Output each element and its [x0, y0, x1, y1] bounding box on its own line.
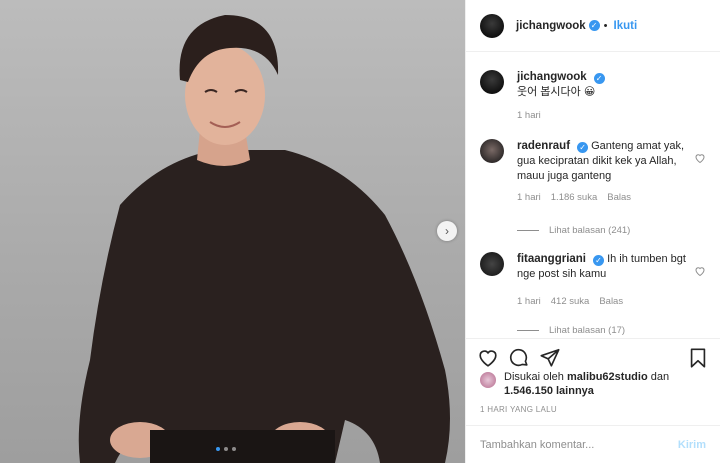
post-header: jichangwook ✓ • Ikuti [466, 0, 720, 52]
reply-button[interactable]: Balas [599, 296, 623, 307]
caption-username[interactable]: jichangwook [517, 71, 587, 83]
reply-button[interactable]: Balas [607, 192, 631, 203]
comments-list[interactable]: jichangwook ✓ 웃어 봅시다아 😀 1 hari radenrauf ✓… [466, 52, 720, 338]
view-replies-button[interactable]: Lihat balasan (241) [517, 225, 706, 236]
caption-time[interactable]: 1 hari [517, 110, 541, 121]
author-avatar[interactable] [480, 70, 504, 94]
post-side-panel: jichangwook ✓ • Ikuti jichangwook ✓ 웃어 봅시… [465, 0, 720, 463]
post-comment-button[interactable]: Kirim [678, 439, 706, 451]
comment-likes[interactable]: 1.186 suka [551, 192, 597, 203]
carousel-dot [232, 447, 236, 451]
verified-badge-icon: ✓ [593, 73, 605, 84]
replies-divider [517, 230, 539, 231]
likes-conjunction: dan [650, 371, 670, 383]
comment-item: fitaanggriani ✓ Ih ih tumben bgt nge post… [480, 252, 706, 282]
add-comment-bar: Kirim [466, 425, 720, 463]
likes-prefix: Disukai oleh [504, 371, 564, 383]
comment-meta: 1 hari 1.186 suka Balas [517, 192, 706, 203]
view-replies-button[interactable]: Lihat balasan (17) [517, 325, 706, 336]
carousel-dot [224, 447, 228, 451]
header-separator: • [603, 19, 608, 32]
view-replies-label: Lihat balasan (17) [549, 325, 626, 336]
replies-divider [517, 330, 539, 331]
comment-username[interactable]: fitaanggriani [517, 253, 586, 265]
caption: jichangwook ✓ 웃어 봅시다아 😀 [480, 70, 706, 100]
author-username[interactable]: jichangwook [516, 20, 586, 32]
verified-badge-icon: ✓ [593, 255, 605, 266]
liker-username[interactable]: malibu62studio [567, 371, 648, 383]
comment-icon[interactable] [508, 347, 530, 369]
verified-badge-icon: ✓ [588, 20, 600, 31]
chevron-right-icon: › [445, 224, 449, 238]
commenter-avatar[interactable] [480, 139, 504, 163]
heart-icon[interactable] [477, 347, 499, 369]
bookmark-icon[interactable] [687, 347, 709, 369]
comment-input[interactable] [480, 438, 678, 451]
post-actions [466, 338, 720, 370]
carousel-indicator [216, 447, 236, 451]
comment-username[interactable]: radenrauf [517, 140, 570, 152]
comment-heart-icon[interactable] [694, 265, 706, 277]
share-icon[interactable] [539, 347, 561, 369]
comment-likes[interactable]: 412 suka [551, 296, 590, 307]
post-time[interactable]: 1 HARI YANG LALU [480, 405, 557, 414]
caption-text: 웃어 봅시다아 😀 [517, 86, 596, 98]
commenter-avatar[interactable] [480, 252, 504, 276]
next-photo-button[interactable]: › [437, 221, 457, 241]
liker-avatar[interactable] [480, 372, 496, 388]
verified-badge-icon: ✓ [577, 142, 589, 153]
comment-time[interactable]: 1 hari [517, 192, 541, 203]
comment-meta: 1 hari 412 suka Balas [517, 296, 706, 307]
post-photo[interactable]: › [0, 0, 465, 463]
carousel-dot [216, 447, 220, 451]
likes-count[interactable]: 1.546.150 lainnya [504, 385, 594, 397]
comment-item: radenrauf ✓ Ganteng amat yak, gua kecipra… [480, 139, 706, 184]
comment-heart-icon[interactable] [694, 152, 706, 164]
comment-time[interactable]: 1 hari [517, 296, 541, 307]
view-replies-label: Lihat balasan (241) [549, 225, 631, 236]
likes-summary: Disukai oleh malibu62studio dan 1.546.15… [480, 370, 706, 398]
person-photo [78, 15, 450, 463]
author-avatar[interactable] [480, 13, 504, 38]
caption-meta: 1 hari [517, 110, 706, 121]
follow-button[interactable]: Ikuti [614, 20, 638, 32]
